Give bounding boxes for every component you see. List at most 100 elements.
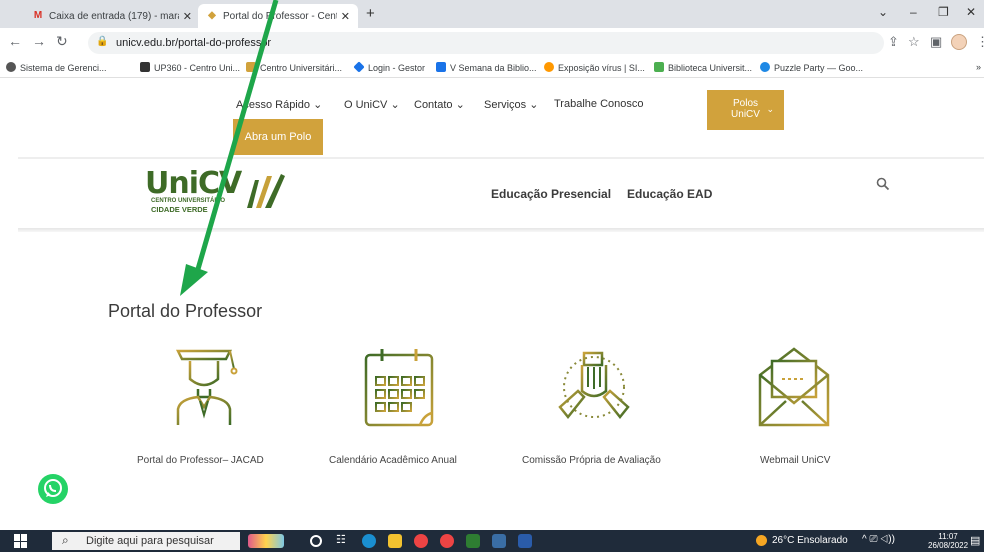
reload-icon[interactable]: ↻ xyxy=(56,33,68,50)
menu-trabalhe-conosco[interactable]: Trabalhe Conosco xyxy=(554,98,643,110)
app-icon[interactable] xyxy=(492,534,506,548)
cortana-icon[interactable] xyxy=(310,535,322,547)
tray-icons[interactable]: ^ ⎚ ◁)) xyxy=(862,534,895,545)
leaf-icon xyxy=(247,174,285,208)
bookmark-label: Puzzle Party — Goo... xyxy=(774,63,864,73)
chevron-down-icon: ⌄ xyxy=(313,99,323,111)
bookmarks-overflow[interactable]: » xyxy=(976,62,981,72)
bookmark-label: Login - Gestor xyxy=(368,63,426,73)
chevron-down-icon: ⌄ xyxy=(390,99,400,111)
lock-icon[interactable]: 🔒 xyxy=(96,36,108,47)
task-view-icon[interactable]: ☷ xyxy=(336,533,350,547)
unicv-logo[interactable]: UniCV CENTRO UNIVERSITÁRIO CIDADE VERDE xyxy=(145,166,285,218)
graduate-icon[interactable] xyxy=(170,345,246,429)
profile-avatar[interactable] xyxy=(951,34,967,50)
edge-icon[interactable] xyxy=(362,534,376,548)
bookmark-label: Biblioteca Universit... xyxy=(668,63,753,73)
unicv-favicon-icon xyxy=(246,62,256,72)
calendar-icon[interactable] xyxy=(362,345,438,429)
card-label-webmail[interactable]: Webmail UniCV xyxy=(760,455,830,466)
close-window-icon[interactable]: ✕ xyxy=(966,5,976,19)
globe-icon xyxy=(6,62,16,72)
bookmark-item[interactable]: Exposição vírus | SI... xyxy=(544,62,645,73)
bookmark-item[interactable]: Puzzle Party — Goo... xyxy=(760,62,863,73)
search-icon[interactable] xyxy=(876,177,890,191)
address-bar-row: ← → ↻ unicv.edu.br/portal-do-professor 🔒… xyxy=(0,28,984,58)
chrome-profile-icon[interactable] xyxy=(440,534,454,548)
star-icon[interactable]: ☆ xyxy=(908,34,920,50)
taskbar-search-input[interactable]: Digite aqui para pesquisar xyxy=(52,532,240,550)
whatsapp-button[interactable] xyxy=(38,474,68,504)
close-icon[interactable]: ✕ xyxy=(341,10,350,23)
more-icon[interactable]: ⋮ xyxy=(976,34,984,50)
forward-icon[interactable]: → xyxy=(32,33,46,49)
menu-o-unicv[interactable]: O UniCV ⌄ xyxy=(344,98,400,111)
chrome-icon[interactable] xyxy=(414,534,428,548)
card-label-jacad[interactable]: Portal do Professor– JACAD xyxy=(137,455,264,466)
header-bottom-shadow xyxy=(18,228,984,232)
file-explorer-icon[interactable] xyxy=(388,534,402,548)
menu-label: Acesso Rápido xyxy=(236,99,310,111)
clock-date: 26/08/2022 xyxy=(928,541,969,550)
polos-unicv-button[interactable]: Polos UniCV ⌄ xyxy=(707,90,784,130)
card-label-comissao[interactable]: Comissão Própria de Avaliação xyxy=(522,455,661,466)
close-icon[interactable]: ✕ xyxy=(183,10,192,23)
word-icon[interactable] xyxy=(518,534,532,548)
clock-time: 11:07 xyxy=(938,532,958,541)
excel-icon[interactable] xyxy=(466,534,480,548)
menu-contato[interactable]: Contato ⌄ xyxy=(414,98,465,111)
gmail-icon: M xyxy=(33,10,43,21)
chevron-down-icon[interactable]: ⌄ xyxy=(878,5,888,19)
tab-label: Portal do Professor - Centro Univ xyxy=(223,10,337,22)
menu-label: O UniCV xyxy=(344,99,388,111)
bookmark-label: Exposição vírus | SI... xyxy=(558,63,645,73)
new-tab-icon[interactable]: + xyxy=(366,5,375,22)
sidepanel-icon[interactable]: ▣ xyxy=(930,34,942,50)
share-icon[interactable]: ⇪ xyxy=(888,34,899,50)
bookmark-item[interactable]: Sistema de Gerenci... xyxy=(6,62,107,73)
bookmark-item[interactable]: Centro Universitári... xyxy=(246,62,342,73)
news-widget-icon[interactable] xyxy=(248,534,284,548)
annotation-arrow xyxy=(180,0,279,296)
notification-icon[interactable]: ▤ xyxy=(970,534,980,547)
back-icon[interactable]: ← xyxy=(8,33,22,49)
bookmark-item[interactable]: Biblioteca Universit... xyxy=(654,62,752,73)
abra-um-polo-button[interactable]: Abra um Polo xyxy=(233,119,323,155)
puzzle-icon xyxy=(760,62,770,72)
menu-acesso-rapido[interactable]: Acesso Rápido ⌄ xyxy=(236,98,322,111)
nav-educacao-presencial[interactable]: Educação Presencial xyxy=(491,187,611,201)
menu-servicos[interactable]: Serviços ⌄ xyxy=(484,98,538,111)
minimize-icon[interactable]: – xyxy=(910,5,917,19)
logo-subtitle-1: CENTRO UNIVERSITÁRIO xyxy=(151,198,226,204)
bookmarks-bar: Sistema de Gerenci... UP360 - Centro Uni… xyxy=(0,58,984,78)
semana-icon xyxy=(436,62,446,72)
tab-gmail[interactable]: M Caixa de entrada (179) - mara.co ✕ xyxy=(24,4,200,28)
nav-educacao-ead[interactable]: Educação EAD xyxy=(627,187,712,201)
sun-icon xyxy=(756,535,767,546)
bookmark-label: UP360 - Centro Uni... xyxy=(154,63,241,73)
tab-portal-professor[interactable]: ◆ Portal do Professor - Centro Univ ✕ xyxy=(198,4,358,28)
bookmark-label: Centro Universitári... xyxy=(260,63,343,73)
windows-taskbar: Digite aqui para pesquisar ⌕ ☷ 26°C Enso… xyxy=(0,530,984,552)
restore-icon[interactable]: ❐ xyxy=(938,5,949,19)
virus-icon xyxy=(544,62,554,72)
logo-wordmark: UniCV xyxy=(145,166,242,201)
hands-together-icon[interactable] xyxy=(556,345,632,429)
page-title: Portal do Professor xyxy=(108,301,263,321)
menu-label: Serviços xyxy=(484,99,527,111)
weather-text[interactable]: 26°C Ensolarado xyxy=(772,535,848,546)
taskbar-clock[interactable]: 11:07 26/08/2022 xyxy=(928,532,968,550)
bookmark-item[interactable]: V Semana da Biblio... xyxy=(436,62,537,73)
card-label-calendario[interactable]: Calendário Acadêmico Anual xyxy=(329,455,457,466)
envelope-icon[interactable] xyxy=(756,345,832,429)
bookmark-label: V Semana da Biblio... xyxy=(450,63,537,73)
menu-label: Contato xyxy=(414,99,453,111)
logo-subtitle-2: CIDADE VERDE xyxy=(151,205,208,214)
bookmark-item[interactable]: Login - Gestor xyxy=(353,61,426,73)
bookmark-item[interactable]: UP360 - Centro Uni... xyxy=(140,62,240,73)
header-divider xyxy=(18,157,984,159)
gestor-icon xyxy=(353,61,365,73)
url-input[interactable]: unicv.edu.br/portal-do-professor xyxy=(88,32,884,54)
screen: M Caixa de entrada (179) - mara.co ✕ ◆ P… xyxy=(0,0,984,552)
windows-start-icon[interactable] xyxy=(14,534,28,548)
